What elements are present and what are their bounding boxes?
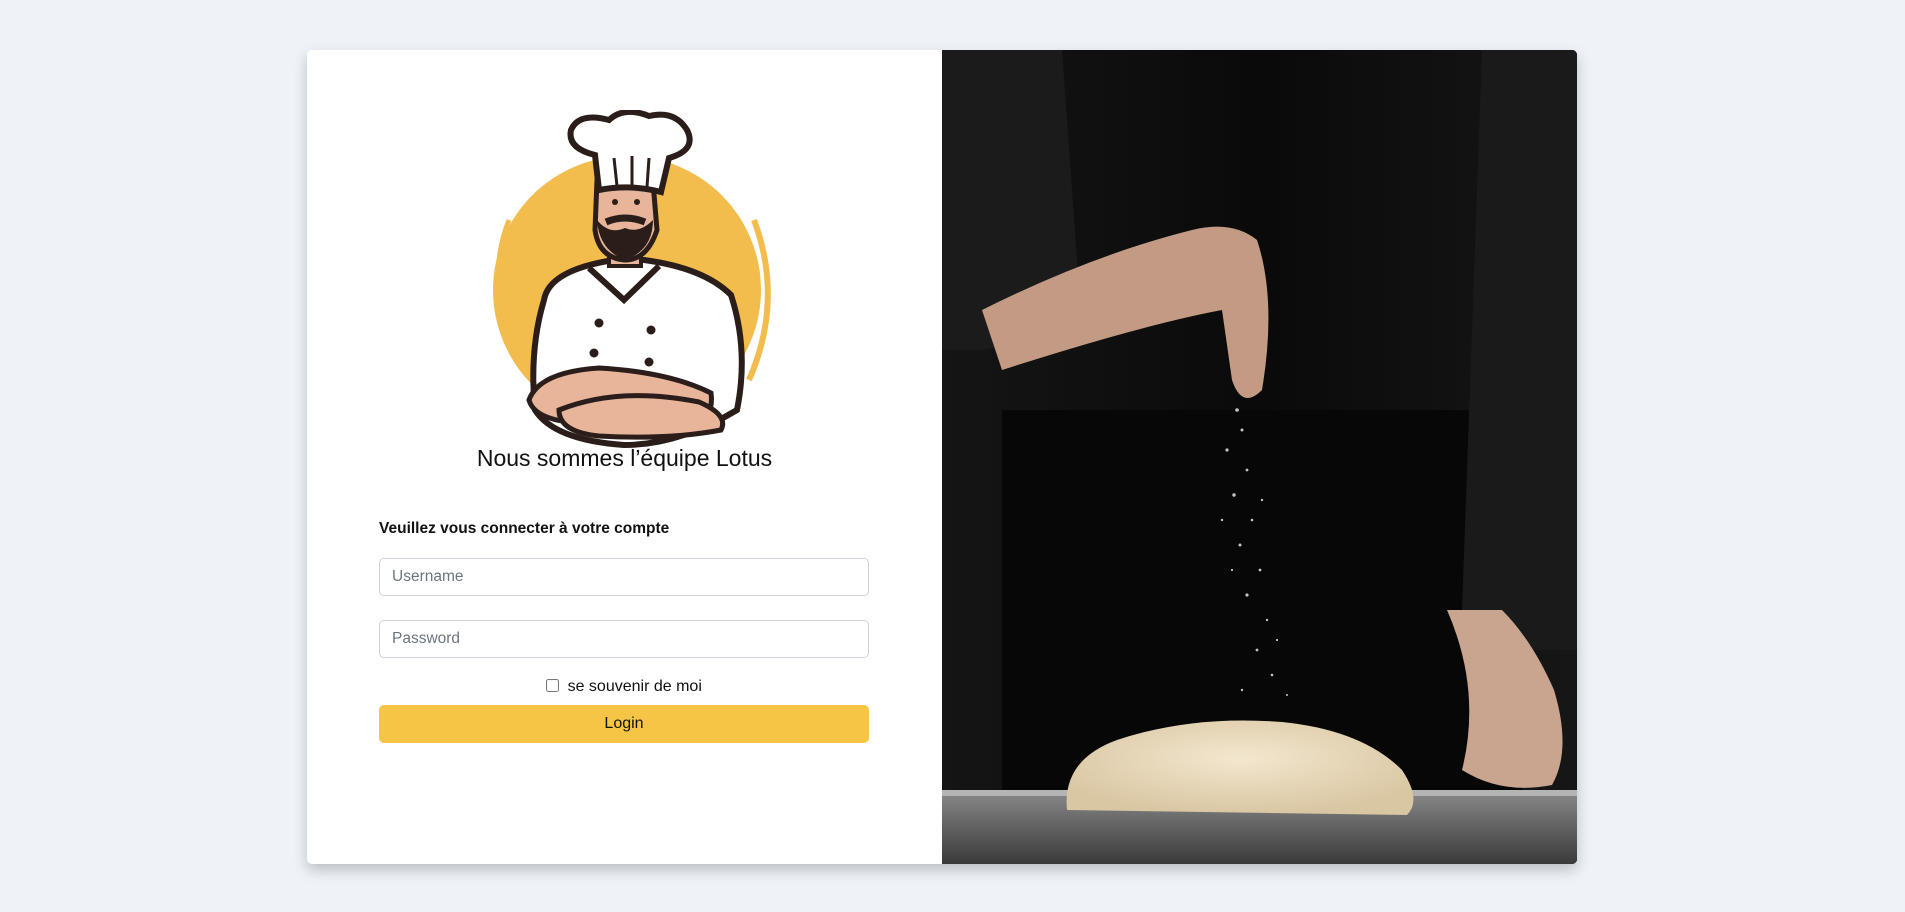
login-panel: Nous sommes l’équipe Lotus Veuillez vous… xyxy=(307,50,942,864)
login-heading: Veuillez vous connecter à votre compte xyxy=(379,520,670,537)
password-input[interactable] xyxy=(379,620,869,658)
remember-me-label: se souvenir de moi xyxy=(567,678,702,695)
remember-me: se souvenir de moi xyxy=(379,675,869,705)
chef-logo-icon xyxy=(493,110,771,449)
username-input[interactable] xyxy=(379,558,869,596)
login-card: Nous sommes l’équipe Lotus Veuillez vous… xyxy=(307,50,1577,864)
login-form: Veuillez vous connecter à votre compte s… xyxy=(379,520,869,743)
team-title: Nous sommes l’équipe Lotus xyxy=(476,445,773,471)
baker-flour-dough-photo-icon xyxy=(942,50,1577,864)
remember-me-checkbox[interactable] xyxy=(546,678,560,692)
login-button[interactable]: Login xyxy=(379,705,869,743)
hero-image-panel xyxy=(942,50,1577,864)
